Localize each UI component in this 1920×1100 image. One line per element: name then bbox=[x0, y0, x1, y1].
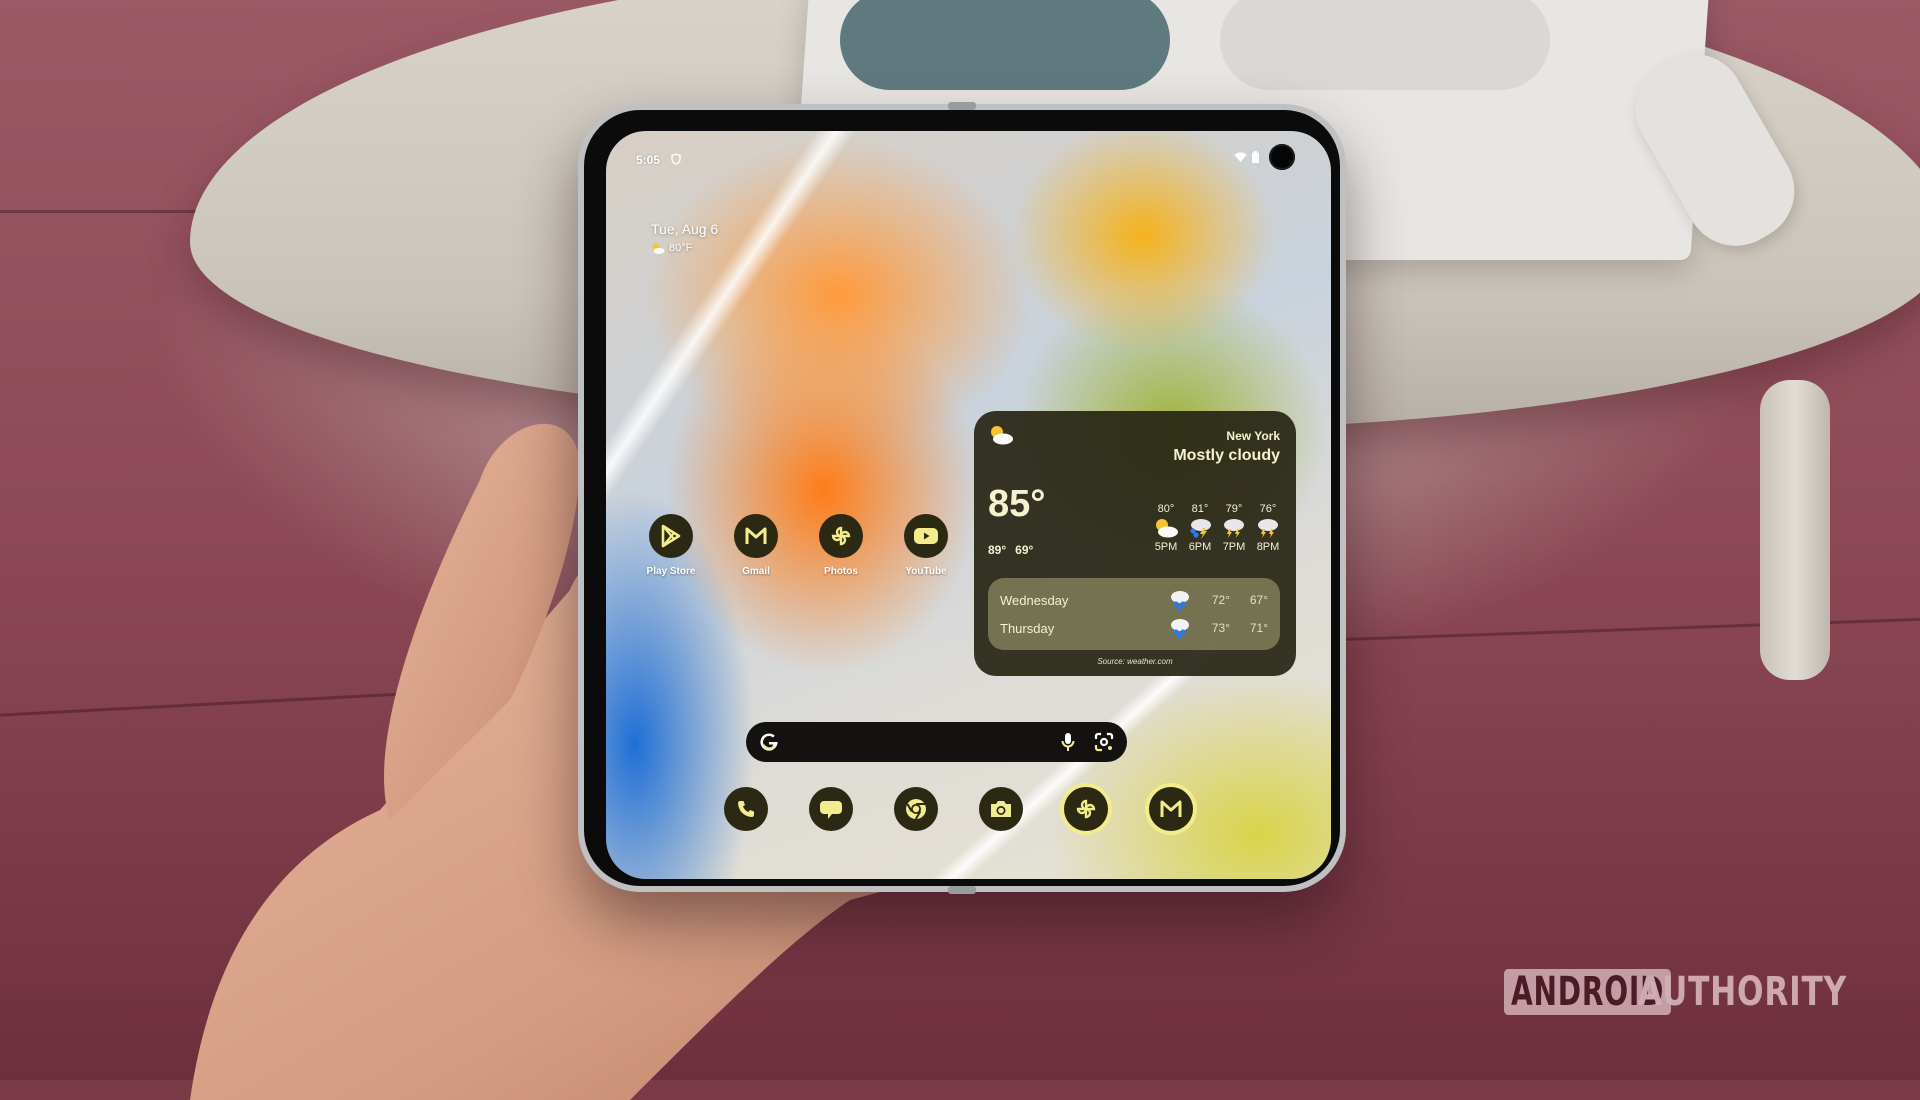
hinge-top bbox=[948, 102, 976, 110]
daily-forecast: Wednesday 72° 67° Thursday 73° 71° bbox=[988, 578, 1280, 650]
dock-messages[interactable] bbox=[809, 787, 853, 831]
thunderstorm-rain-icon bbox=[1190, 519, 1211, 539]
weather-widget[interactable]: New York Mostly cloudy 85° 89° 69° 80° 5… bbox=[974, 411, 1296, 676]
day-low: 71° bbox=[1249, 621, 1268, 635]
app-label: YouTube bbox=[905, 566, 947, 577]
messages-icon bbox=[820, 801, 842, 819]
day-low: 67° bbox=[1249, 593, 1268, 607]
google-lens-icon bbox=[1094, 732, 1114, 752]
blue-gray-object bbox=[840, 0, 1170, 90]
hourly-item: 81° 6PM bbox=[1186, 503, 1214, 553]
hinge-bottom bbox=[948, 886, 976, 894]
phone-icon bbox=[738, 801, 754, 817]
white-object bbox=[1220, 0, 1550, 90]
weather-source: Source: weather.com bbox=[1097, 657, 1173, 666]
dock-camera[interactable] bbox=[979, 787, 1023, 831]
lens-search-button[interactable] bbox=[1091, 729, 1117, 755]
partly-cloudy-icon bbox=[1156, 519, 1178, 538]
partly-cloudy-icon bbox=[652, 243, 665, 254]
app-play-store[interactable]: Play Store bbox=[642, 514, 700, 577]
day-name: Thursday bbox=[1000, 620, 1055, 636]
current-temperature: 85° bbox=[988, 483, 1046, 525]
hourly-time: 6PM bbox=[1188, 541, 1212, 553]
hourly-item: 76° 8PM bbox=[1254, 503, 1282, 553]
front-camera bbox=[1269, 144, 1295, 170]
home-app-row: Play Store Gmail Photos YouTube bbox=[642, 514, 955, 577]
thunderstorm-icon bbox=[1224, 519, 1244, 538]
camera-icon bbox=[991, 801, 1011, 817]
home-screen: 5:05 Tue, Aug 6 80°F New York Mostly clo… bbox=[606, 131, 1331, 879]
hourly-item: 79° 7PM bbox=[1220, 503, 1248, 553]
thunderstorm-icon bbox=[1258, 519, 1278, 538]
hourly-temp: 80° bbox=[1157, 503, 1175, 515]
watermark: ANDROID AUTHORITY bbox=[1504, 969, 1906, 1015]
daily-row: Wednesday 72° 67° bbox=[1000, 588, 1268, 612]
wifi-icon bbox=[1234, 152, 1247, 162]
day-high: 73° bbox=[1211, 621, 1230, 635]
hourly-item: 80° 5PM bbox=[1152, 503, 1180, 553]
photos-icon bbox=[1076, 799, 1096, 819]
hourly-time: 5PM bbox=[1154, 541, 1178, 553]
hourly-forecast: 80° 5PM 81° 6PM 79° 7PM 76° 8PM bbox=[1152, 503, 1282, 553]
dock-chrome[interactable] bbox=[894, 787, 938, 831]
dock bbox=[724, 787, 1193, 831]
dock-photos[interactable] bbox=[1064, 787, 1108, 831]
play-store-icon bbox=[661, 524, 681, 548]
at-a-glance[interactable]: Tue, Aug 6 80°F bbox=[651, 221, 718, 254]
glance-date[interactable]: Tue, Aug 6 bbox=[651, 221, 718, 237]
app-youtube[interactable]: YouTube bbox=[897, 514, 955, 577]
photos-icon bbox=[831, 526, 851, 546]
table-leg bbox=[1760, 380, 1830, 680]
glance-temperature: 80°F bbox=[669, 242, 693, 254]
bezel: 5:05 Tue, Aug 6 80°F New York Mostly clo… bbox=[584, 110, 1340, 886]
gmail-icon bbox=[1160, 800, 1182, 817]
status-time: 5:05 bbox=[636, 153, 661, 167]
high-temperature: 89° bbox=[988, 543, 1007, 557]
rain-icon bbox=[1171, 619, 1189, 639]
app-gmail[interactable]: Gmail bbox=[727, 514, 785, 577]
weather-city: New York bbox=[1226, 429, 1280, 443]
app-label: Photos bbox=[824, 566, 858, 577]
status-icons bbox=[1234, 151, 1259, 163]
hourly-time: 7PM bbox=[1222, 541, 1246, 553]
partly-cloudy-icon bbox=[991, 426, 1013, 445]
daily-row: Thursday 73° 71° bbox=[1000, 616, 1268, 640]
dock-phone[interactable] bbox=[724, 787, 768, 831]
google-search-bar[interactable] bbox=[746, 722, 1127, 762]
day-name: Wednesday bbox=[1000, 592, 1069, 608]
watermark-text: AUTHORITY bbox=[1638, 969, 1848, 1015]
weather-condition: Mostly cloudy bbox=[1173, 447, 1280, 464]
microphone-icon bbox=[1061, 733, 1075, 751]
hourly-temp: 79° bbox=[1225, 503, 1243, 515]
battery-icon bbox=[1252, 151, 1259, 163]
dock-gmail[interactable] bbox=[1149, 787, 1193, 831]
gmail-icon bbox=[745, 527, 767, 544]
phone-device: 5:05 Tue, Aug 6 80°F New York Mostly clo… bbox=[578, 102, 1346, 894]
low-temperature: 69° bbox=[1015, 543, 1034, 557]
shield-icon bbox=[671, 153, 681, 165]
youtube-icon bbox=[914, 528, 938, 544]
glance-weather[interactable]: 80°F bbox=[651, 242, 718, 254]
app-label: Play Store bbox=[646, 566, 696, 577]
hourly-temp: 76° bbox=[1259, 503, 1277, 515]
day-high: 72° bbox=[1211, 593, 1230, 607]
hourly-temp: 81° bbox=[1191, 503, 1209, 515]
chrome-icon bbox=[906, 799, 926, 820]
app-photos[interactable]: Photos bbox=[812, 514, 870, 577]
voice-search-button[interactable] bbox=[1055, 729, 1081, 755]
rain-icon bbox=[1171, 591, 1189, 611]
app-label: Gmail bbox=[742, 566, 770, 577]
hourly-time: 8PM bbox=[1256, 541, 1280, 553]
rug-stripe bbox=[1340, 617, 1920, 642]
high-low: 89° 69° bbox=[988, 543, 1033, 557]
google-g-icon bbox=[760, 733, 778, 751]
